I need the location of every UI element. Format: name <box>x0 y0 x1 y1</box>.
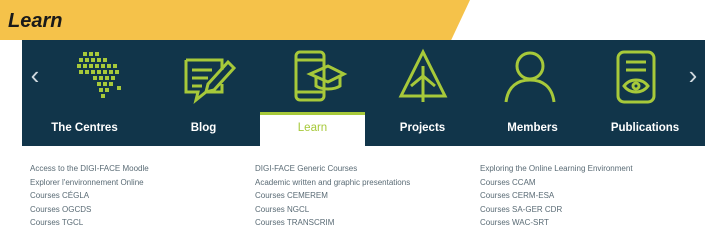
banner-tab <box>0 0 470 40</box>
link-courses-tgcl[interactable]: Courses TGCL <box>30 216 149 230</box>
link-courses-transcrim[interactable]: Courses TRANSCRIM <box>255 216 410 230</box>
africa-map-icon[interactable] <box>69 46 133 108</box>
nav-item-the-centres[interactable]: The Centres <box>22 112 147 146</box>
nav-item-projects[interactable]: Projects <box>365 112 480 146</box>
link-courses-sa-ger-cdr[interactable]: Courses SA-GER CDR <box>480 203 633 217</box>
edit-note-icon[interactable] <box>176 46 240 108</box>
panel-notch <box>0 40 22 70</box>
link-courses-wac-srt[interactable]: Courses WAC-SRT <box>480 216 633 230</box>
nav-item-learn[interactable]: Learn <box>260 112 365 146</box>
links-column-2: DIGI-FACE Generic Courses Academic writt… <box>255 162 410 230</box>
nav-item-members[interactable]: Members <box>480 112 585 146</box>
page-header-banner: Learn <box>0 0 705 44</box>
main-nav: The Centres Blog Learn Projects Members … <box>22 112 705 146</box>
link-explorer-online[interactable]: Explorer l'environnement Online <box>30 176 149 190</box>
link-courses-ogcds[interactable]: Courses OGCDS <box>30 203 149 217</box>
link-moodle-access[interactable]: Access to the DIGI-FACE Moodle <box>30 162 149 176</box>
link-courses-cemerem[interactable]: Courses CEMEREM <box>255 189 410 203</box>
link-online-learning-env[interactable]: Exploring the Online Learning Environmen… <box>480 162 633 176</box>
link-courses-ngcl[interactable]: Courses NGCL <box>255 203 410 217</box>
document-eye-icon[interactable] <box>604 46 668 108</box>
link-courses-cegla[interactable]: Courses CÉGLA <box>30 189 149 203</box>
links-column-3: Exploring the Online Learning Environmen… <box>480 162 633 230</box>
page-title: Learn <box>8 10 63 32</box>
person-icon[interactable] <box>498 46 562 108</box>
link-courses-cerm-esa[interactable]: Courses CERM-ESA <box>480 189 633 203</box>
chevron-right-icon[interactable]: › <box>684 62 702 88</box>
nav-item-blog[interactable]: Blog <box>147 112 260 146</box>
link-generic-courses[interactable]: DIGI-FACE Generic Courses <box>255 162 410 176</box>
tree-icon[interactable] <box>391 46 455 108</box>
mobile-graduation-icon[interactable] <box>284 46 348 108</box>
link-academic-presentations[interactable]: Academic written and graphic presentatio… <box>255 176 410 190</box>
links-column-1: Access to the DIGI-FACE Moodle Explorer … <box>30 162 149 230</box>
nav-item-publications[interactable]: Publications <box>585 112 705 146</box>
chevron-left-icon[interactable]: ‹ <box>26 62 44 88</box>
link-courses-ccam[interactable]: Courses CCAM <box>480 176 633 190</box>
